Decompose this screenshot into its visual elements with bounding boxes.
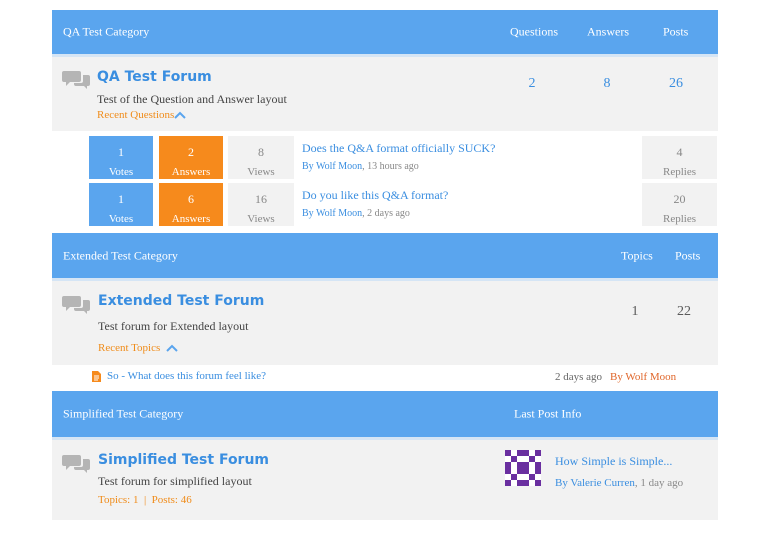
topic-author[interactable]: By Wolf Moon <box>302 208 362 219</box>
forum-stats: Topics: 1 | Posts: 46 <box>98 494 192 506</box>
qa-category-header: QA Test Category Questions Answers Posts <box>52 10 718 57</box>
forum-description: Test forum for simplified layout <box>98 474 252 488</box>
views-box: 8 Views <box>228 136 294 179</box>
forum-title[interactable]: Extended Test Forum <box>98 293 264 309</box>
column-answers: Answers <box>587 24 629 39</box>
posts-count: 22 <box>677 304 691 319</box>
replies-label: Replies <box>663 166 696 178</box>
replies-box: 20 Replies <box>642 183 717 226</box>
views-count: 16 <box>255 192 267 206</box>
column-topics: Topics <box>621 248 653 262</box>
replies-count: 4 <box>676 145 683 159</box>
views-box: 16 Views <box>228 183 294 226</box>
simplified-forum-row: Simplified Test Forum Test forum for sim… <box>52 440 718 520</box>
extended-category-header: Extended Test Category Topics Posts <box>52 233 718 281</box>
answers-label: Answers <box>171 213 211 225</box>
chat-bubbles-icon <box>62 71 90 89</box>
recent-topic-title[interactable]: So - What does this forum feel like? <box>107 370 266 382</box>
last-post-title[interactable]: How Simple is Simple... <box>555 454 672 469</box>
topic-title[interactable]: Does the Q&A format officially SUCK? <box>302 141 495 156</box>
forum-description: Test forum for Extended layout <box>98 319 249 333</box>
votes-label: Votes <box>108 166 134 178</box>
topic-time: , 2 days ago <box>362 208 410 219</box>
answers-count: 6 <box>188 192 194 206</box>
answers-box: 6 Answers <box>159 183 223 226</box>
recent-topics-link[interactable]: Recent Topics <box>98 342 160 354</box>
simplified-category-header: Simplified Test Category Last Post Info <box>52 391 718 440</box>
views-label: Views <box>247 213 275 225</box>
topics-count: 1 <box>631 304 639 319</box>
topic-time: , 13 hours ago <box>362 161 419 172</box>
replies-label: Replies <box>663 213 696 225</box>
column-questions: Questions <box>510 24 558 39</box>
recent-topic-time: 2 days ago <box>555 371 603 383</box>
answers-count: 2 <box>188 145 194 159</box>
forum-title[interactable]: QA Test Forum <box>97 69 212 85</box>
category-title[interactable]: Simplified Test Category <box>63 407 183 422</box>
chat-bubbles-icon <box>62 455 90 473</box>
votes-count: 1 <box>118 192 124 206</box>
questions-count: 2 <box>528 76 536 91</box>
votes-count: 1 <box>118 145 124 159</box>
qa-forum-row: QA Test Forum Test of the Question and A… <box>52 57 718 131</box>
column-last-post-info: Last Post Info <box>514 406 582 421</box>
posts-count: 26 <box>669 76 683 91</box>
views-count: 8 <box>258 145 264 159</box>
last-post-author[interactable]: By Valerie Curren <box>555 477 635 489</box>
answers-count: 8 <box>603 76 611 91</box>
topic-meta: By Wolf Moon, 13 hours ago <box>302 161 419 172</box>
topic-title[interactable]: Do you like this Q&A format? <box>302 188 448 203</box>
forum-description: Test of the Question and Answer layout <box>97 92 287 106</box>
forum-title[interactable]: Simplified Test Forum <box>98 452 269 468</box>
chat-bubbles-icon <box>62 296 90 314</box>
topic-meta: By Wolf Moon, 2 days ago <box>302 208 410 219</box>
column-posts: Posts <box>663 24 689 39</box>
chevron-up-icon[interactable] <box>165 343 179 353</box>
extended-forum-row: Extended Test Forum Test forum for Exten… <box>52 281 718 365</box>
views-label: Views <box>247 166 275 178</box>
votes-box: 1 Votes <box>89 136 153 179</box>
category-title[interactable]: Extended Test Category <box>63 248 178 263</box>
replies-count: 20 <box>673 192 686 206</box>
recent-questions-link[interactable]: Recent Questions <box>97 109 174 121</box>
column-posts: Posts <box>675 248 701 262</box>
recent-topic-row: So - What does this forum feel like? 2 d… <box>52 365 718 391</box>
votes-label: Votes <box>108 213 134 225</box>
chevron-up-icon[interactable] <box>173 110 187 120</box>
answers-label: Answers <box>171 166 211 178</box>
last-post-meta: By Valerie Curren, 1 day ago <box>555 477 683 489</box>
identicon-avatar[interactable] <box>505 450 541 486</box>
category-title[interactable]: QA Test Category <box>63 25 149 40</box>
document-icon <box>92 371 101 382</box>
last-post-time: , 1 day ago <box>634 477 684 489</box>
answers-box: 2 Answers <box>159 136 223 179</box>
topic-author[interactable]: By Wolf Moon <box>302 161 362 172</box>
votes-box: 1 Votes <box>89 183 153 226</box>
replies-box: 4 Replies <box>642 136 717 179</box>
recent-topic-author[interactable]: By Wolf Moon <box>610 371 676 383</box>
